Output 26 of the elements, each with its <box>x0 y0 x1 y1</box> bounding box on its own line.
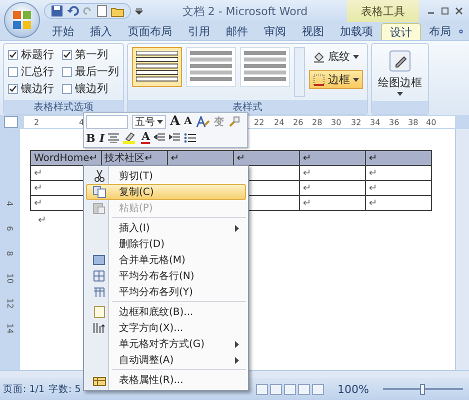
table-cell: ↵ <box>299 196 366 210</box>
page-count: 页面: 1/1 <box>3 382 45 396</box>
table-cell: 技术社区↵ <box>101 150 168 166</box>
checkbox-label: 镶边列 <box>75 81 108 96</box>
table-cell: ↵ <box>167 150 234 166</box>
table-cell: WordHome↵ <box>30 150 102 166</box>
table-cell: ↵ <box>299 166 366 180</box>
table-cell: ↵ <box>299 150 366 166</box>
checkbox-label: 汇总行 <box>21 64 54 79</box>
table-cell: ↵ <box>299 180 366 196</box>
table-cell: ↵ <box>365 150 432 166</box>
table-cell: ↵ <box>233 150 300 166</box>
checkbox-label: 镶边行 <box>21 81 54 96</box>
group-label: 表样式 <box>128 100 367 114</box>
window-title: 文档 2 - Microsoft Word <box>181 4 309 18</box>
checkbox-label: 最后一列 <box>75 64 119 79</box>
checkbox-label: 标题行 <box>21 47 54 62</box>
group-label: 表格样式选项 <box>4 100 123 114</box>
zoom-level: 100% <box>338 382 369 396</box>
paragraph-mark: ↵ <box>38 215 46 226</box>
table-cell: ↵ <box>365 166 432 180</box>
table-cell: ↵ <box>365 196 432 210</box>
checkbox-label: 第一列 <box>75 47 108 62</box>
word-count: 字数: 5 <box>48 382 81 396</box>
table-cell: ↵ <box>365 180 432 196</box>
context-tab-label: 表格工具 <box>347 0 419 22</box>
